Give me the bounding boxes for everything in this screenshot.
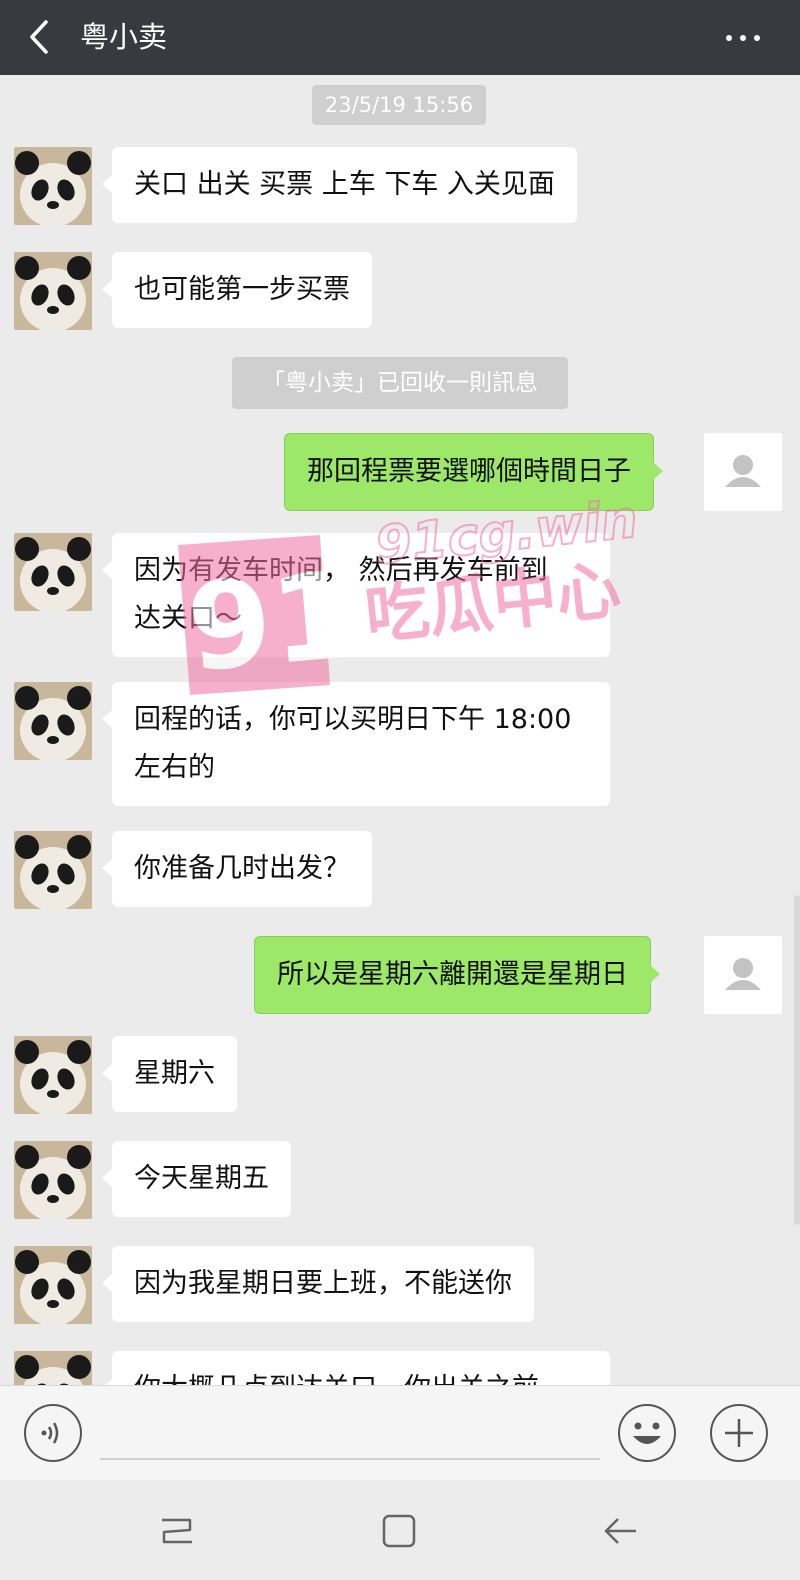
message-line: 回程的话，你可以买明日下午 18:00 (134, 704, 572, 735)
incoming-message[interactable]: 回程的话，你可以买明日下午 18:00 左右的 (102, 682, 610, 806)
chevron-left-icon (30, 20, 48, 54)
more-dots-icon (740, 35, 746, 41)
input-underline (100, 1458, 600, 1460)
message-text: 那回程票要選哪個時間日子 (307, 456, 631, 487)
system-nav-bar (0, 1480, 800, 1580)
panda-icon (14, 1141, 92, 1219)
incoming-message[interactable]: 星期六 (102, 1036, 237, 1112)
outgoing-message[interactable]: 那回程票要選哪個時間日子 (284, 433, 663, 511)
message-text: 所以是星期六離開還是星期日 (277, 959, 628, 990)
home-button[interactable] (374, 1506, 424, 1556)
panda-icon (14, 1246, 92, 1324)
panda-icon (14, 831, 92, 909)
message-text: 也可能第一步买票 (134, 274, 350, 305)
message-text: 关口 出关 买票 上车 下车 入关见面 (134, 169, 555, 200)
voice-button[interactable] (22, 1402, 84, 1464)
panda-avatar[interactable] (14, 682, 92, 760)
panda-avatar[interactable] (14, 147, 92, 225)
home-icon (382, 1514, 416, 1548)
panda-avatar[interactable] (14, 1141, 92, 1219)
default-user-icon (725, 958, 761, 990)
panda-avatar[interactable] (14, 252, 92, 330)
panda-icon (14, 682, 92, 760)
recall-notice: 「粤小卖」已回收一則訊息 (232, 357, 568, 409)
panda-icon (14, 1351, 92, 1385)
plus-icon (710, 1404, 768, 1462)
user-avatar[interactable] (704, 433, 782, 511)
incoming-message[interactable]: 今天星期五 (102, 1141, 291, 1217)
incoming-message[interactable]: 因为有发车时间， 然后再发车前到 达关口～ (102, 533, 610, 657)
chat-area[interactable]: 23/5/19 15:56 关口 出关 买票 上车 下车 入关见面 也可能第一步… (0, 75, 800, 1385)
panda-icon (14, 252, 92, 330)
panda-icon (14, 1036, 92, 1114)
nav-back-button[interactable] (596, 1506, 646, 1556)
message-line: 因为有发车时间， 然后再发车前到 (134, 555, 548, 586)
more-dots-icon (754, 35, 760, 41)
back-arrow-icon (604, 1518, 636, 1544)
title-bar: 粤小卖 (0, 0, 800, 75)
default-user-icon (725, 455, 761, 487)
message-text: 你大概几点到达关口，你出关之前 (134, 1373, 539, 1385)
panda-avatar[interactable] (14, 1351, 92, 1385)
outgoing-message[interactable]: 所以是星期六離開還是星期日 (254, 936, 660, 1014)
panda-icon (14, 533, 92, 611)
panda-avatar[interactable] (14, 1246, 92, 1324)
message-input[interactable] (100, 1404, 600, 1456)
scrollbar[interactable] (794, 895, 800, 1225)
panda-avatar[interactable] (14, 1036, 92, 1114)
chat-title: 粤小卖 (80, 20, 168, 54)
input-bar (0, 1385, 800, 1480)
incoming-message[interactable]: 关口 出关 买票 上车 下车 入关见面 (102, 147, 577, 223)
recents-button[interactable] (152, 1506, 202, 1556)
plus-button[interactable] (708, 1402, 770, 1464)
incoming-message[interactable]: 你大概几点到达关口，你出关之前 (102, 1351, 610, 1385)
panda-icon (14, 147, 92, 225)
voice-icon (24, 1404, 82, 1462)
user-avatar[interactable] (704, 936, 782, 1014)
message-line: 达关口～ (134, 603, 242, 634)
message-text: 星期六 (134, 1058, 215, 1089)
more-options-button[interactable] (720, 20, 766, 56)
back-button[interactable] (20, 12, 60, 62)
message-text: 因为我星期日要上班，不能送你 (134, 1268, 512, 1299)
recents-icon (162, 1518, 192, 1544)
incoming-message[interactable]: 你准备几时出发？ (102, 831, 372, 907)
timestamp: 23/5/19 15:56 (312, 85, 486, 125)
more-dots-icon (726, 35, 732, 41)
emoji-button[interactable] (616, 1402, 678, 1464)
emoji-icon (618, 1404, 676, 1462)
message-text: 今天星期五 (134, 1163, 269, 1194)
message-text: 你准备几时出发？ (134, 853, 350, 884)
incoming-message[interactable]: 也可能第一步买票 (102, 252, 372, 328)
message-line: 左右的 (134, 752, 215, 783)
panda-avatar[interactable] (14, 831, 92, 909)
incoming-message[interactable]: 因为我星期日要上班，不能送你 (102, 1246, 534, 1322)
panda-avatar[interactable] (14, 533, 92, 611)
